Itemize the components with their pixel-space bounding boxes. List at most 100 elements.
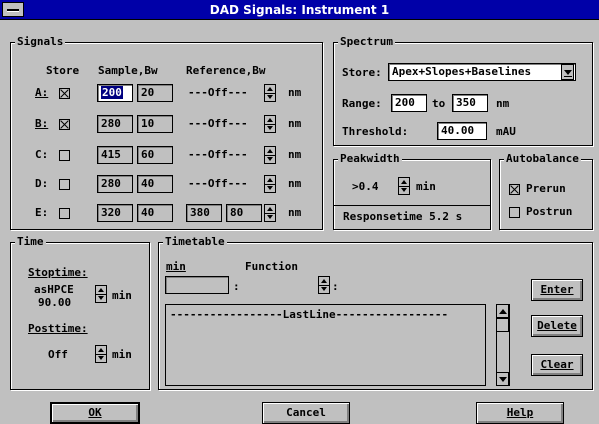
signal-a-sample-input[interactable]: 200: [97, 84, 133, 102]
signal-a-reference: ---Off---: [188, 86, 248, 99]
timetable-min-header: min: [166, 260, 186, 273]
spectrum-threshold-label: Threshold:: [342, 125, 409, 138]
sample-bw-header: Sample,Bw: [98, 64, 158, 77]
stoptime-label: Stoptime:: [28, 266, 88, 279]
signal-e-unit: nm: [288, 206, 302, 219]
signal-e-reference-input[interactable]: 380: [186, 204, 222, 222]
stoptime-value-line2: 90.00: [38, 296, 72, 309]
signal-c-unit: nm: [288, 148, 302, 161]
autobalance-prerun-checkbox[interactable]: [509, 184, 520, 195]
spectrum-range-to-label: to: [432, 97, 446, 110]
signal-c-sample-input[interactable]: 415: [97, 146, 133, 164]
signal-d-label: D:: [35, 177, 49, 190]
signal-d-reference-spinner[interactable]: [264, 175, 276, 193]
signal-b-bw-input[interactable]: 10: [137, 115, 173, 133]
timetable-colon-1: :: [233, 280, 240, 293]
signal-d-sample-input[interactable]: 280: [97, 175, 133, 193]
signal-e-sample-input[interactable]: 320: [97, 204, 133, 222]
delete-button[interactable]: Delete: [531, 315, 583, 337]
title-bar: DAD Signals: Instrument 1: [0, 0, 599, 20]
stoptime-spinner[interactable]: [95, 285, 107, 303]
timetable-list[interactable]: -----------------LastLine---------------…: [165, 304, 486, 386]
enter-button[interactable]: Enter: [531, 279, 583, 301]
signal-d-reference: ---Off---: [188, 177, 248, 190]
spectrum-range-unit: nm: [496, 97, 510, 110]
cancel-button[interactable]: Cancel: [262, 402, 350, 424]
posttime-unit: min: [112, 348, 132, 361]
peakwidth-group-label: Peakwidth: [338, 152, 402, 166]
posttime-value: Off: [48, 348, 68, 361]
signal-e-bw-input[interactable]: 40: [137, 204, 173, 222]
signal-e-store-checkbox[interactable]: [59, 208, 70, 219]
signal-e-reference-spinner[interactable]: [264, 204, 276, 222]
signal-b-reference: ---Off---: [188, 117, 248, 130]
window-title: DAD Signals: Instrument 1: [209, 3, 390, 17]
spectrum-group-label: Spectrum: [338, 35, 395, 49]
spectrum-store-label: Store:: [342, 66, 382, 79]
help-button[interactable]: Help: [476, 402, 564, 424]
ok-button[interactable]: OK: [50, 402, 140, 424]
ok-button-label: OK: [88, 406, 102, 419]
signal-a-store-checkbox[interactable]: [59, 88, 70, 99]
signal-a-bw-input[interactable]: 20: [137, 84, 173, 102]
signal-b-label: B:: [35, 117, 49, 130]
timetable-function-header: Function: [245, 260, 298, 273]
timetable-colon-2: :: [332, 280, 339, 293]
scroll-down-icon[interactable]: [496, 372, 509, 386]
store-header: Store: [46, 64, 80, 77]
help-button-label: Help: [506, 406, 534, 419]
spectrum-threshold-unit: mAU: [496, 125, 516, 138]
time-group-label: Time: [15, 235, 46, 249]
signal-e-reference-bw-input[interactable]: 80: [226, 204, 262, 222]
time-group: Time: [10, 235, 150, 390]
signal-c-reference-spinner[interactable]: [264, 146, 276, 164]
delete-button-label: Delete: [537, 319, 577, 332]
timetable-function-spinner[interactable]: [318, 276, 330, 294]
signal-c-bw-input[interactable]: 60: [137, 146, 173, 164]
peakwidth-value: >0.4: [352, 180, 379, 193]
signal-b-unit: nm: [288, 117, 302, 130]
signal-a-reference-spinner[interactable]: [264, 84, 276, 102]
clear-button-label: Clear: [540, 358, 574, 371]
spectrum-threshold-input[interactable]: 40.00: [437, 122, 487, 140]
scroll-up-icon[interactable]: [496, 304, 509, 318]
spectrum-range-to-input[interactable]: 350: [452, 94, 488, 112]
enter-button-label: Enter: [540, 283, 574, 296]
reference-bw-header: Reference,Bw: [186, 64, 266, 77]
signal-b-sample-input[interactable]: 280: [97, 115, 133, 133]
stoptime-value-line1: asHPCE: [34, 283, 74, 296]
cancel-button-label: Cancel: [286, 406, 326, 419]
spectrum-range-label: Range:: [342, 97, 382, 110]
signal-c-store-checkbox[interactable]: [59, 150, 70, 161]
peakwidth-spinner[interactable]: [398, 177, 410, 195]
responsetime-text: Responsetime 5.2 s: [343, 210, 463, 223]
signal-c-reference: ---Off---: [188, 148, 248, 161]
signal-d-unit: nm: [288, 177, 302, 190]
timetable-list-lastline[interactable]: -----------------LastLine---------------…: [170, 308, 448, 322]
autobalance-postrun-label: Postrun: [526, 205, 573, 218]
signals-group-label: Signals: [15, 35, 66, 49]
clear-button[interactable]: Clear: [531, 354, 583, 376]
autobalance-group-label: Autobalance: [504, 152, 581, 166]
signal-e-label: E:: [35, 206, 49, 219]
autobalance-postrun-checkbox[interactable]: [509, 207, 520, 218]
spectrum-store-dropdown-icon[interactable]: [561, 64, 574, 80]
signal-a-label: A:: [35, 86, 49, 99]
posttime-spinner[interactable]: [95, 345, 107, 363]
signal-d-bw-input[interactable]: 40: [137, 175, 173, 193]
scroll-thumb[interactable]: [496, 318, 509, 332]
timetable-min-input[interactable]: [165, 276, 229, 294]
signal-b-store-checkbox[interactable]: [59, 119, 70, 130]
peakwidth-unit: min: [416, 180, 436, 193]
signal-a-sample-value: 200: [101, 86, 123, 99]
spectrum-range-from-input[interactable]: 200: [391, 94, 427, 112]
signal-c-label: C:: [35, 148, 49, 161]
spectrum-store-select[interactable]: Apex+Slopes+Baselines: [388, 63, 576, 81]
signal-b-reference-spinner[interactable]: [264, 115, 276, 133]
signal-d-store-checkbox[interactable]: [59, 179, 70, 190]
peakwidth-divider: [333, 205, 491, 206]
timetable-group-label: Timetable: [163, 235, 227, 249]
stoptime-unit: min: [112, 289, 132, 302]
autobalance-prerun-label: Prerun: [526, 182, 566, 195]
timetable-scrollbar[interactable]: [496, 304, 510, 386]
